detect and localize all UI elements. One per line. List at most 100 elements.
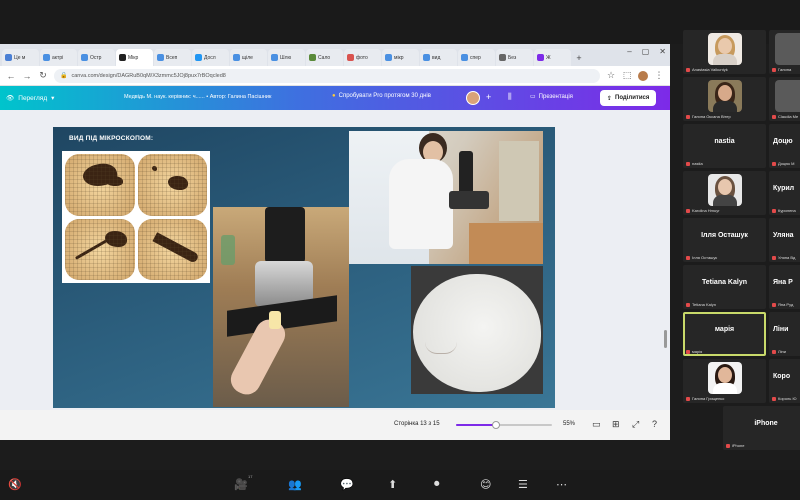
participant-tile[interactable]: Karolina Hmuyr [683,171,766,215]
video-icon[interactable]: 🎥 [234,478,248,491]
microscope-eyepiece-view-photo [411,266,543,394]
participant-tile[interactable]: Яна Р Яна Руд [769,265,800,309]
browser-tab[interactable]: щіле [230,49,267,66]
participant-caption-text: Claudia Me [778,114,799,119]
browser-tab[interactable]: Сало [306,49,343,66]
reactions-icon[interactable]: 😊 [480,478,491,491]
participant-caption: Уляна Вд [772,255,795,260]
browser-tab[interactable]: Досл [192,49,229,66]
browser-tab[interactable]: Мікр [116,49,153,66]
muted-mic-icon [686,396,690,401]
participant-tile[interactable]: Уляна Уляна Вд [769,218,800,262]
participant-video [707,80,742,112]
participant-tile[interactable]: Ілля Осташук Ілля Осташук [683,218,766,262]
url-field[interactable]: 🔒 canva.com/design/DAGRuB0qM/X3zmmc5JOj8… [54,68,600,83]
zoom-slider-handle[interactable] [492,421,501,429]
participant-tile[interactable]: Галина Оксана Вітер [683,77,766,121]
browser-tab[interactable]: Це м [2,49,39,66]
grid-view-icon[interactable]: ⊞ [612,419,620,430]
participant-tile[interactable]: Коро Король Ю [769,359,800,403]
participant-tile[interactable]: Tetiana Kalyn Tetiana Kalyn [683,265,766,309]
address-bar: ← → ↻ 🔒 canva.com/design/DAGRuB0qM/X3zmm… [0,66,670,86]
tab-label: Ж [546,54,551,61]
participant-caption-text: nastia [692,161,703,166]
insights-icon[interactable]: ⫼ [508,92,512,102]
browser-tab[interactable]: актрі [40,49,77,66]
maximize-button[interactable]: ▢ [642,47,650,56]
tab-favicon-icon [119,54,126,61]
bookmark-star-icon[interactable]: ☆ [606,70,616,81]
participant-tile[interactable]: Галина Грищенко [683,359,766,403]
view-mode-dropdown[interactable]: 👁 Перегляд ▾ [6,94,54,103]
browser-tab[interactable]: мікр [382,49,419,66]
participant-caption: Яна Руд [772,302,793,307]
fullscreen-icon[interactable]: ⤢ [632,419,639,430]
tab-favicon-icon [423,54,430,61]
apps-icon[interactable]: ☰ [518,478,528,491]
mute-icon[interactable]: 🔇 [8,478,22,491]
browser-menu-icon[interactable]: ⋮ [654,70,664,81]
share-screen-icon[interactable]: ⬆ [388,478,397,491]
tab-label: вид [432,54,441,61]
workspace-scrollbar[interactable] [664,330,667,348]
participant-caption-text: Уляна Вд [778,255,796,260]
shared-browser-window: Це м актрі Остр Мікр Всеп Досл щіле Шлю Сало фото… [0,44,670,440]
record-icon[interactable]: ⏺ [434,478,440,491]
browser-tab[interactable]: спер [458,49,495,66]
back-icon[interactable]: ← [6,71,16,81]
forward-icon[interactable]: → [22,71,32,81]
url-text: canva.com/design/DAGRuB0qM/X3zmmc5JOj8pu… [71,72,226,79]
tab-label: Це м [14,54,26,61]
participant-tile[interactable]: Anastasia Valkuntyk [683,30,766,74]
more-icon[interactable]: ⋯ [556,478,567,491]
present-button[interactable]: ▭ Презентація [530,93,573,101]
design-title[interactable]: Медвідь М. наук. керівник: ч...... • Авт… [124,94,271,100]
notes-icon[interactable]: ▭ [592,419,601,430]
participants-panel: Anastasia Valkuntyk Галина Оксана Вітер na… [683,30,800,450]
presentation-slide[interactable]: ВИД ПІД МІКРОСКОПОМ: [53,127,555,408]
muted-mic-icon [772,208,776,213]
participant-video [775,80,800,112]
browser-tab[interactable]: Ж [534,49,571,66]
tab-favicon-icon [499,54,506,61]
chat-icon[interactable]: 💬 [340,478,354,491]
help-icon[interactable]: ? [652,419,657,429]
reload-icon[interactable]: ↻ [38,70,48,81]
browser-tab[interactable]: вид [420,49,457,66]
tab-label: фото [356,54,368,61]
muted-mic-icon [772,302,776,307]
new-tab-button[interactable]: + [572,49,586,66]
participant-caption: Галина Оксана Вітер [686,114,731,119]
add-collaborator-icon[interactable]: + [486,92,491,102]
browser-tab[interactable]: Шлю [268,49,305,66]
try-pro-button[interactable]: ● Спробувати Pro протягом 30 днів [332,93,431,99]
participant-tile[interactable]: Курил Курилена [769,171,800,215]
close-window-button[interactable]: ✕ [659,47,666,56]
zoom-slider[interactable] [456,421,552,429]
participant-name: марія [714,326,735,333]
collaborator-avatar[interactable] [466,91,480,105]
participant-tile[interactable]: nastia nastia [683,124,766,168]
extensions-icon[interactable]: ⬚ [622,70,632,81]
profile-avatar[interactable] [638,70,648,81]
muted-mic-icon [686,67,690,72]
muted-mic-icon [686,255,690,260]
participant-name: Курил [773,185,795,192]
browser-tab[interactable]: Без [496,49,533,66]
participant-caption-text: iPhone [732,443,745,448]
participant-caption: Ілля Осташук [686,255,717,260]
participant-tile[interactable]: марія марія [683,312,766,356]
participant-tile[interactable]: Claudia Me [769,77,800,121]
share-button[interactable]: ⇪ Поділитися [600,90,657,106]
participant-tile[interactable]: iPhone iPhone [723,406,800,450]
participant-tile[interactable]: Галина [769,30,800,74]
participant-tile[interactable]: Ліни Ліни [769,312,800,356]
participants-icon[interactable]: 👥 [288,478,302,491]
tab-label: Шлю [280,54,292,61]
participant-caption-text: Курилена [778,208,796,213]
participant-tile[interactable]: Доцю Доцюк М [769,124,800,168]
minimize-button[interactable]: – [627,47,631,56]
browser-tab[interactable]: фото [344,49,381,66]
browser-tab[interactable]: Остр [78,49,115,66]
browser-tab[interactable]: Всеп [154,49,191,66]
